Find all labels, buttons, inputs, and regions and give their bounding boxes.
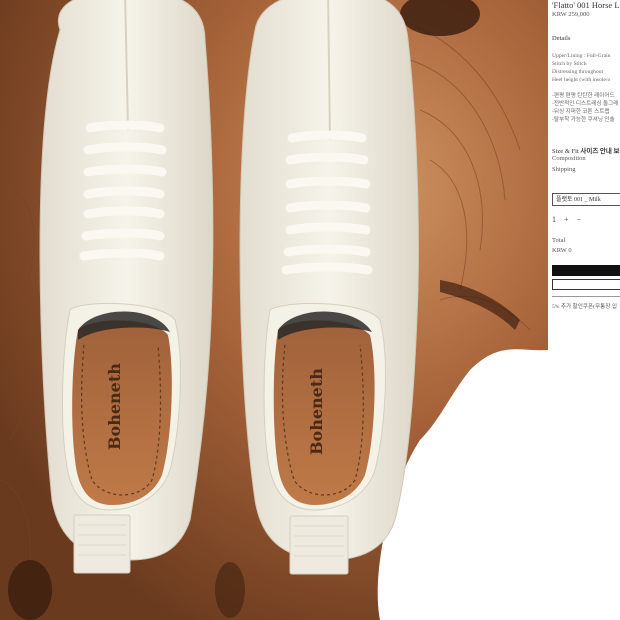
right-insole-brand: Boheneth [307,368,326,455]
details-heading[interactable]: Details [552,35,570,42]
quantity-stepper: 1 + − [552,215,587,224]
option-select[interactable]: 플랫토 001 _ Milk [552,193,620,206]
quantity-value[interactable]: 1 [552,215,556,224]
left-insole-brand: Boheneth [105,363,124,450]
total-label: Total [552,237,566,244]
spec-line: Distressing throughout [552,69,604,75]
composition-link[interactable]: Composition [552,155,586,162]
shipping-link[interactable]: Shipping [552,166,575,173]
buy-now-button[interactable]: B [552,265,620,276]
coupon-notice: 5% 추가 할인쿠폰(무통장 입 [552,304,617,310]
plus-button[interactable]: + [564,215,569,224]
spec-line: Upper/Lining : Full-Grain [552,53,611,59]
size-fit-label: Size & Fit [552,148,579,155]
product-price: KRW 259,000 [552,11,590,18]
left-shoe: Boheneth [39,0,214,574]
spec-line: Heel height (with insole/o [552,77,611,83]
product-photo: Boheneth Boheneth [0,0,548,620]
size-fit-link[interactable]: Size & Fit 사이즈 안내 보 [552,145,620,155]
total-value: KRW 0 [552,247,572,254]
size-guide-label: 사이즈 안내 보 [580,148,620,155]
add-to-cart-button[interactable]: Ad [552,279,620,290]
feature-note: -탈부착 가능한 쿠셔닝 인솔 [552,117,615,123]
feature-note: -편평 편평 탄탄한 레이어드 [552,93,615,99]
right-shoe: Boheneth [239,0,419,575]
product-title: 'Flatto' 001 Horse L [552,0,620,10]
minus-button[interactable]: − [577,215,582,224]
spec-line: Stitch by Stitch [552,61,587,67]
divider [552,296,620,297]
feature-note: -뒤싱 지퍼한 코튼 스트랩 [552,109,610,115]
product-panel: 'Flatto' 001 Horse L KRW 259,000 Details… [548,0,620,620]
feature-note: -전반적인 디스트레싱 돌그레 [552,101,619,107]
